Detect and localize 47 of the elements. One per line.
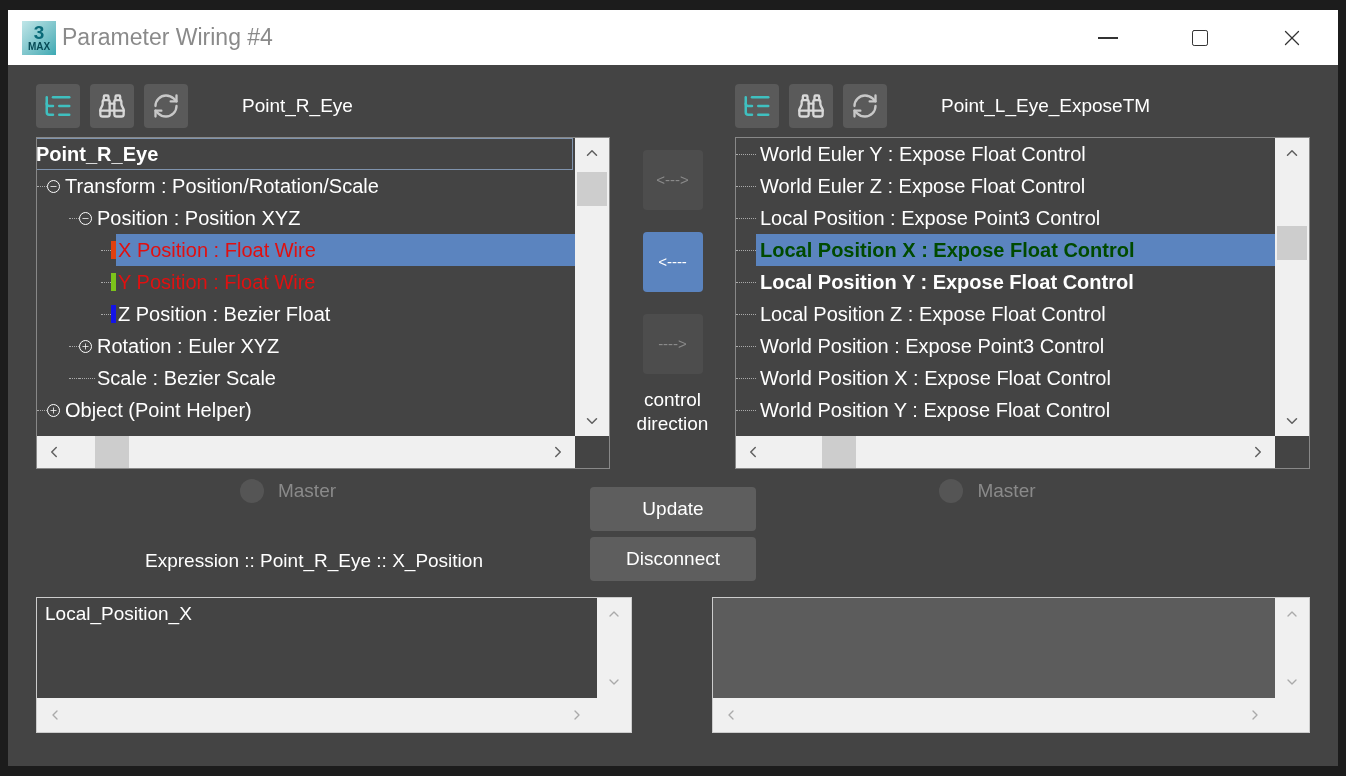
vertical-scrollbar[interactable] [1275,138,1309,436]
list-item[interactable]: Local Position Z : Expose Float Control [756,298,1106,330]
app-logo: 3 MAX [22,20,56,55]
list-item[interactable]: World Euler Y : Expose Float Control [756,138,1086,170]
list-item[interactable]: Local Position Y : Expose Float Control [756,266,1134,298]
binoculars-button[interactable] [90,84,134,128]
maximize-icon [1190,27,1210,48]
object-name: Point_L_Eye_ExposeTM [941,93,1151,119]
direction-button[interactable]: <---- [642,232,703,292]
tree-root-item[interactable]: Point_R_Eye [37,138,573,170]
horizontal-scrollbar[interactable] [37,436,575,468]
binoculars-icon [797,92,825,120]
object-name: Point_R_Eye [242,93,353,119]
action-button[interactable]: Update [590,487,756,531]
expression-label: Expression :: Point_R_Eye :: X_Position [145,548,483,574]
scroll-thumb[interactable] [1277,226,1307,260]
binoculars-button[interactable] [789,84,833,128]
tree-item[interactable]: Position : Position XYZ [95,202,301,234]
horizontal-scrollbar[interactable] [736,436,1275,468]
radio-label: Master [977,478,1036,503]
scroll-thumb[interactable] [822,436,856,468]
list-item[interactable]: Local Position : Expose Point3 Control [756,202,1101,234]
direction-caption: control direction [635,388,710,436]
window-title: Parameter Wiring #4 [62,23,273,53]
minimize-icon [1098,36,1118,39]
scroll-thumb[interactable] [577,172,607,206]
hierarchy-button[interactable] [36,84,80,128]
hierarchy-button[interactable] [735,84,779,128]
refresh-icon [851,92,879,120]
refresh-button[interactable] [843,84,887,128]
list-item[interactable]: World Euler Z : Expose Float Control [756,170,1086,202]
vertical-scrollbar[interactable] [575,138,609,436]
refresh-button[interactable] [144,84,188,128]
binoculars-icon [98,92,126,120]
expression-field[interactable]: Local_Position_X [36,597,632,733]
tree-item[interactable]: Z Position : Bezier Float [116,298,331,330]
list-item[interactable]: World Position : Expose Point3 Control [756,330,1105,362]
list-item[interactable]: World Position X : Expose Float Control [756,362,1111,394]
refresh-icon [152,92,180,120]
tree-item[interactable]: Object (Point Helper) [63,394,252,426]
action-button[interactable]: Disconnect [590,537,756,581]
tree-item[interactable]: Scale : Bezier Scale [95,362,276,394]
scroll-thumb[interactable] [95,436,129,468]
list-item[interactable]: World Position Y : Expose Float Control [756,394,1111,426]
tree-item[interactable]: Transform : Position/Rotation/Scale [63,170,379,202]
tree-item[interactable]: Rotation : Euler XYZ [95,330,280,362]
radio-label: Master [277,478,337,503]
